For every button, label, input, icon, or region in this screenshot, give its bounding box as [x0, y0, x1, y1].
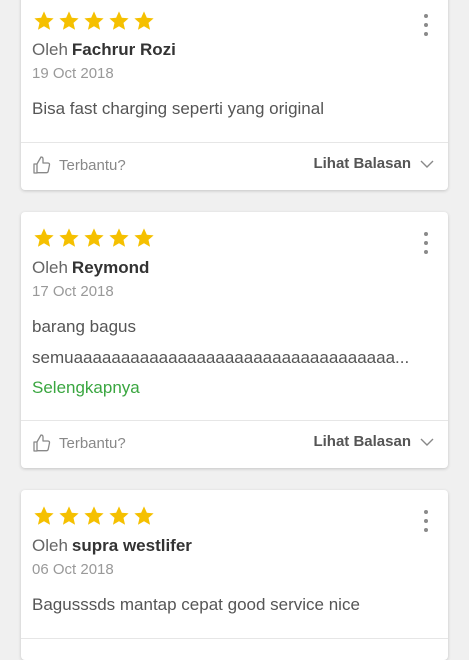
thumbs-up-icon — [32, 155, 52, 175]
rating-stars — [32, 227, 156, 249]
review-text: Bagusssds mantap cepat good service nice — [32, 595, 360, 614]
star-icon — [132, 227, 156, 249]
review-footer: Terbantu? Lihat Balasan — [21, 143, 448, 189]
view-replies-label: Lihat Balasan — [313, 155, 411, 172]
star-icon — [82, 227, 106, 249]
star-icon — [107, 505, 131, 527]
review-footer: Terbantu? Lihat Balasan — [21, 421, 448, 467]
star-icon — [82, 10, 106, 32]
view-replies-label: Lihat Balasan — [313, 433, 411, 450]
rating-stars — [32, 505, 156, 527]
review-text: Bisa fast charging seperti yang original — [32, 99, 324, 118]
star-icon — [57, 10, 81, 32]
star-icon — [132, 10, 156, 32]
author-name: supra westlifer — [71, 536, 192, 555]
star-icon — [57, 505, 81, 527]
read-more-link[interactable]: Selengkapnya — [32, 378, 140, 398]
rating-stars — [32, 10, 156, 32]
chevron-down-icon — [419, 434, 435, 450]
author-prefix: Oleh — [32, 536, 68, 555]
more-vertical-icon[interactable] — [418, 508, 434, 534]
author-name: Reymond — [71, 258, 150, 277]
helpful-button[interactable]: Terbantu? — [32, 433, 126, 453]
chevron-down-icon — [419, 156, 435, 172]
star-icon — [32, 227, 56, 249]
review-author: Oleh Reymond — [32, 258, 149, 278]
review-card: Oleh supra westlifer 06 Oct 2018 Bagusssd… — [21, 490, 448, 660]
helpful-button[interactable]: Terbantu? — [32, 155, 126, 175]
star-icon — [132, 505, 156, 527]
review-card: Oleh Reymond 17 Oct 2018 barang bagus sem… — [21, 212, 448, 468]
more-vertical-icon[interactable] — [418, 12, 434, 38]
star-icon — [57, 227, 81, 249]
review-text: semuaaaaaaaaaaaaaaaaaaaaaaaaaaaaaaaaaa..… — [32, 348, 410, 367]
helpful-label: Terbantu? — [59, 434, 126, 452]
star-icon — [82, 505, 106, 527]
review-date: 17 Oct 2018 — [32, 283, 114, 300]
author-prefix: Oleh — [32, 40, 68, 59]
review-author: Oleh Fachrur Rozi — [32, 40, 176, 60]
author-name: Fachrur Rozi — [71, 40, 176, 59]
view-replies-button[interactable]: Lihat Balasan — [313, 155, 435, 172]
star-icon — [32, 505, 56, 527]
star-icon — [107, 227, 131, 249]
review-date: 06 Oct 2018 — [32, 561, 114, 578]
divider — [21, 638, 448, 639]
review-author: Oleh supra westlifer — [32, 536, 192, 556]
review-card: Oleh Fachrur Rozi 19 Oct 2018 Bisa fast c… — [21, 0, 448, 190]
view-replies-button[interactable]: Lihat Balasan — [313, 433, 435, 450]
helpful-label: Terbantu? — [59, 156, 126, 174]
review-date: 19 Oct 2018 — [32, 65, 114, 82]
more-vertical-icon[interactable] — [418, 230, 434, 256]
thumbs-up-icon — [32, 433, 52, 453]
star-icon — [107, 10, 131, 32]
review-text: barang bagus — [32, 317, 136, 336]
author-prefix: Oleh — [32, 258, 68, 277]
star-icon — [32, 10, 56, 32]
